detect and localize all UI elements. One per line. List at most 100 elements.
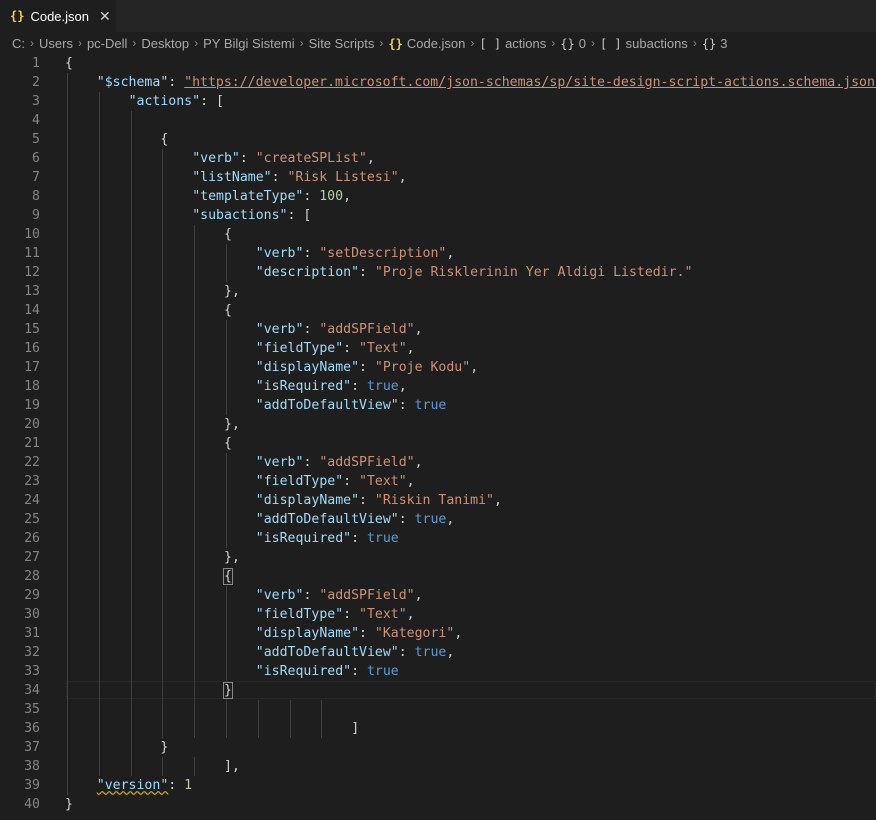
code-line[interactable]: 29 "verb": "addSPField",	[0, 586, 876, 605]
indent-guide	[130, 320, 132, 339]
code-line[interactable]: 32 "addToDefaultView": true,	[0, 643, 876, 662]
breadcrumb-item[interactable]: pc-Dell	[87, 36, 127, 51]
close-icon[interactable]: ✕	[99, 8, 111, 25]
breadcrumb-label: Code.json	[406, 35, 466, 51]
code-editor[interactable]: 1{2 "$schema": "https://developer.microso…	[0, 54, 876, 820]
line-number: 9	[32, 208, 40, 223]
code-line[interactable]: 12 "description": "Proje Risklerinin Yer …	[0, 263, 876, 282]
code-line[interactable]: 6 "verb": "createSPList",	[0, 149, 876, 168]
code-line[interactable]: 11 "verb": "setDescription",	[0, 244, 876, 263]
code-line[interactable]: 7 "listName": "Risk Listesi",	[0, 168, 876, 187]
breadcrumb-item[interactable]: [ ] subactions	[600, 36, 688, 51]
indent-guide	[67, 567, 68, 586]
code-line[interactable]: 40}	[0, 795, 876, 814]
line-number: 21	[24, 436, 40, 451]
code-line[interactable]: 37}	[0, 738, 876, 757]
code-line[interactable]: 24 "displayName": "Riskin Tanimi",	[0, 491, 876, 510]
code-line[interactable]: 34}	[0, 681, 876, 700]
indent-guide	[98, 244, 100, 263]
indent-guide	[226, 700, 227, 719]
indent-guide	[162, 719, 164, 738]
indent-guide	[162, 662, 164, 681]
breadcrumb-item[interactable]: [ ] actions	[479, 36, 546, 51]
code-line[interactable]: 9 "subactions": [	[0, 206, 876, 225]
breadcrumb-item[interactable]: Desktop	[141, 36, 189, 51]
indent-guide	[67, 662, 68, 681]
breadcrumb-item[interactable]: {} 0	[560, 36, 586, 51]
code-line[interactable]: 2 "$schema": "https://developer.microsoft…	[0, 73, 876, 92]
breadcrumb-label: C:	[12, 35, 25, 51]
breadcrumb-item[interactable]: C:	[12, 36, 25, 51]
code-line[interactable]: 23 "fieldType": "Text",	[0, 472, 876, 491]
indent-guide	[67, 529, 68, 548]
breadcrumb-separator-icon: ›	[132, 36, 137, 50]
code-token: "addToDefaultView"	[255, 512, 399, 527]
code-line[interactable]: 1{	[0, 54, 876, 73]
code-line[interactable]: 28 {	[0, 567, 876, 586]
code-line[interactable]: 3 "actions": [	[0, 92, 876, 111]
line-number: 13	[24, 284, 40, 299]
code-line[interactable]: 16 "fieldType": "Text",	[0, 339, 876, 358]
code-line[interactable]: 39 "version": 1	[0, 776, 876, 795]
code-line[interactable]: 33 "isRequired": true	[0, 662, 876, 681]
indent-guide	[194, 453, 196, 472]
indent-guide	[130, 149, 132, 168]
indent-guide	[98, 282, 100, 301]
line-number: 5	[32, 132, 40, 147]
indent-guide	[226, 320, 227, 339]
code-token: 1	[184, 778, 193, 793]
code-line[interactable]: 10 {	[0, 225, 876, 244]
breadcrumb-item[interactable]: {} 3	[702, 36, 728, 51]
code-token: "displayName"	[255, 360, 360, 375]
code-line[interactable]: 25 "addToDefaultView": true,	[0, 510, 876, 529]
indent-guide	[194, 472, 196, 491]
code-token: "verb"	[255, 588, 304, 603]
breadcrumb-item[interactable]: Users	[39, 36, 73, 51]
code-line[interactable]: 22 "verb": "addSPField",	[0, 453, 876, 472]
code-line[interactable]: 17 "displayName": "Proje Kodu",	[0, 358, 876, 377]
code-token: "$schema"	[96, 75, 169, 90]
code-token: ,	[406, 474, 415, 489]
line-number: 19	[24, 398, 40, 413]
line-number: 37	[24, 740, 40, 755]
code-line[interactable]: 4	[0, 111, 876, 130]
tab-code-json[interactable]: {} Code.json ✕	[0, 0, 116, 32]
code-line[interactable]: 20},	[0, 415, 876, 434]
code-text: {	[224, 225, 232, 244]
code-line[interactable]: 15 "verb": "addSPField",	[0, 320, 876, 339]
indent-guide	[98, 567, 100, 586]
code-token: {	[223, 568, 233, 585]
code-line[interactable]: 30 "fieldType": "Text",	[0, 605, 876, 624]
code-token: "Text"	[359, 341, 407, 356]
code-line[interactable]: 14 {	[0, 301, 876, 320]
line-number: 26	[24, 531, 40, 546]
code-token: "version"	[96, 778, 169, 793]
breadcrumb-item[interactable]: Site Scripts	[309, 36, 375, 51]
code-line[interactable]: 36]	[0, 719, 876, 738]
indent-guide	[162, 586, 164, 605]
code-line[interactable]: 8 "templateType": 100,	[0, 187, 876, 206]
indent-guide	[226, 396, 227, 415]
indent-guide	[67, 244, 68, 263]
code-line[interactable]: 21 {	[0, 434, 876, 453]
indent-guide	[194, 263, 196, 282]
breadcrumb-item[interactable]: PY Bilgi Sistemi	[203, 36, 295, 51]
breadcrumb-label: Site Scripts	[308, 35, 375, 51]
code-token: :	[398, 398, 415, 413]
code-line[interactable]: 13},	[0, 282, 876, 301]
indent-guide	[67, 757, 68, 776]
code-token: 100	[319, 189, 344, 204]
code-line[interactable]: 35	[0, 700, 876, 719]
code-text: "displayName": "Kategori",	[256, 624, 462, 643]
code-token: ,	[414, 322, 423, 337]
code-line[interactable]: 31 "displayName": "Kategori",	[0, 624, 876, 643]
code-token: true	[414, 398, 447, 413]
code-line[interactable]: 38],	[0, 757, 876, 776]
code-line[interactable]: 5{	[0, 130, 876, 149]
breadcrumb-item[interactable]: {} Code.json	[388, 36, 465, 51]
code-line[interactable]: 18 "isRequired": true,	[0, 377, 876, 396]
code-line[interactable]: 19 "addToDefaultView": true	[0, 396, 876, 415]
code-line[interactable]: 26 "isRequired": true	[0, 529, 876, 548]
indent-guide	[162, 681, 164, 700]
code-line[interactable]: 27},	[0, 548, 876, 567]
